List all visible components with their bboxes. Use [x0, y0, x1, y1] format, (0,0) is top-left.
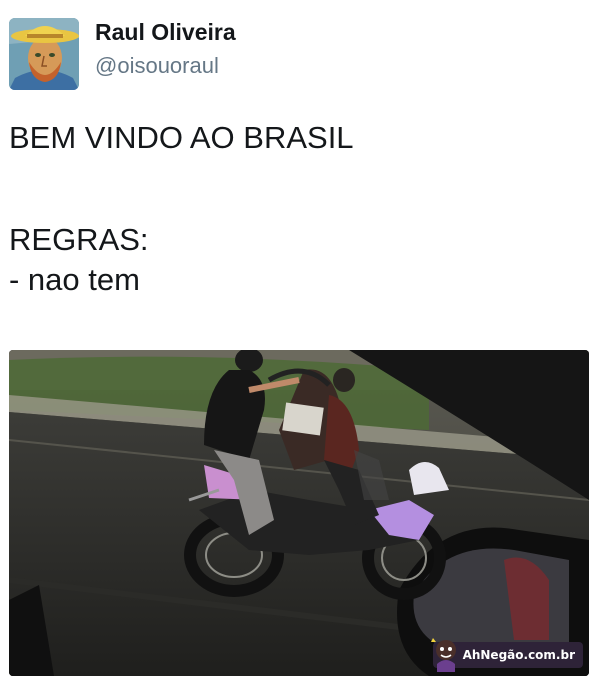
author-handle[interactable]: @oisouoraul — [95, 52, 219, 80]
tweet-line: REGRAS: — [9, 222, 149, 257]
author-display-name[interactable]: Raul Oliveira — [95, 18, 236, 46]
tweet-media[interactable]: AhNegão.com.br — [9, 350, 589, 676]
tweet-text: BEM VINDO AO BRASIL REGRAS: - nao tem — [9, 118, 589, 300]
tweet-line: - nao tem — [9, 262, 140, 297]
tweet-line: BEM VINDO AO BRASIL — [9, 120, 354, 155]
avatar[interactable] — [9, 18, 79, 90]
ahnegao-mascot-icon — [430, 638, 456, 672]
tweet-header: Raul Oliveira @oisouoraul — [9, 18, 589, 92]
photo-motorcycle-riders-icon — [9, 350, 589, 676]
van-gogh-portrait-avatar-icon — [9, 18, 79, 90]
watermark: AhNegão.com.br — [430, 638, 583, 672]
tweet-line-spacer — [9, 158, 589, 220]
watermark-text: AhNegão.com.br — [462, 648, 575, 662]
